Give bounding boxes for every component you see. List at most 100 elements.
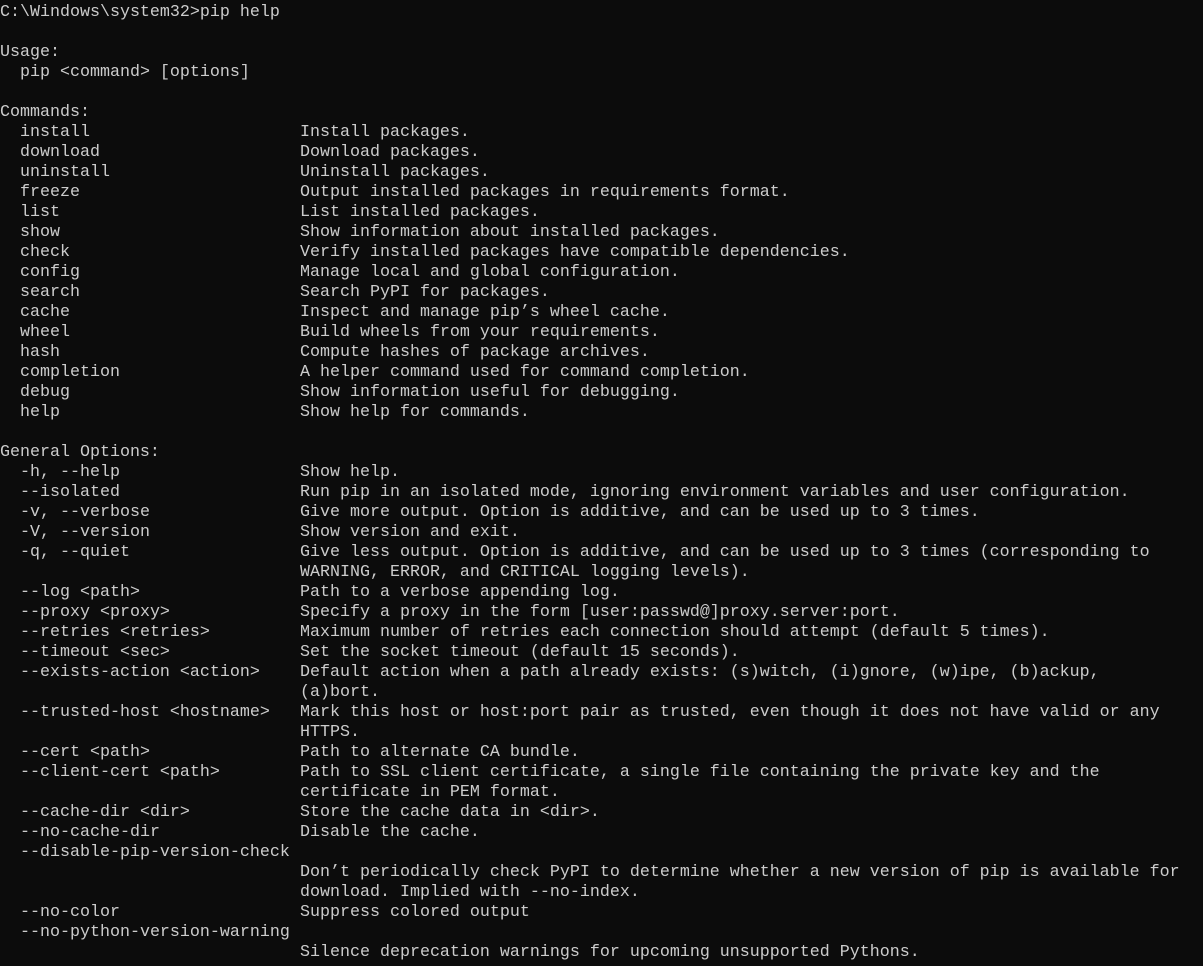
option-flag: --client-cert <path> [20,763,220,782]
command-description: Compute hashes of package archives. [300,343,650,362]
option-row-continued: (a)bort. [0,683,1203,703]
commands-heading: Commands: [0,103,90,122]
option-flag: --retries <retries> [20,623,210,642]
command-name: wheel [20,323,70,342]
command-row: download Download packages. [0,143,1203,163]
option-flag: -q, --quiet [20,543,130,562]
option-flag: --cert <path> [20,743,150,762]
section-heading: General Options: [0,443,1203,463]
command-name: completion [20,363,120,382]
command-description: Show information useful for debugging. [300,383,680,402]
prompt-line: C:\Windows\system32>pip help [0,3,1203,23]
option-description: Suppress colored output [300,903,530,922]
command-name: download [20,143,100,162]
command-description: Search PyPI for packages. [300,283,550,302]
command-row: freeze Output installed packages in requi… [0,183,1203,203]
option-row: --cert <path> Path to alternate CA bundle… [0,743,1203,763]
option-flag: --no-color [20,903,120,922]
option-row-continued: Silence deprecation warnings for upcomin… [0,943,1203,963]
option-description: Path to alternate CA bundle. [300,743,580,762]
option-description: Set the socket timeout (default 15 secon… [300,643,740,662]
option-row: -V, --version Show version and exit. [0,523,1203,543]
command-name: cache [20,303,70,322]
option-row: --no-cache-dir Disable the cache. [0,823,1203,843]
command-name: install [20,123,90,142]
output-line: pip <command> [options] [0,63,1203,83]
option-flag: --log <path> [20,583,140,602]
option-flag: --isolated [20,483,120,502]
option-flag: --no-cache-dir [20,823,160,842]
option-row: --no-color Suppress colored output [0,903,1203,923]
option-row: --exists-action <action> Default action w… [0,663,1203,683]
options-heading: General Options: [0,443,160,462]
option-row: -q, --quiet Give less output. Option is a… [0,543,1203,563]
option-row-continued: certificate in PEM format. [0,783,1203,803]
option-description: WARNING, ERROR, and CRITICAL logging lev… [300,563,750,582]
section-heading: Usage: [0,43,1203,63]
option-row-continued: HTTPS. [0,723,1203,743]
option-description: Maximum number of retries each connectio… [300,623,1050,642]
option-flag: --no-python-version-warning [20,923,290,942]
option-row: --retries <retries> Maximum number of ret… [0,623,1203,643]
option-row: --proxy <proxy> Specify a proxy in the fo… [0,603,1203,623]
command-description: Manage local and global configuration. [300,263,680,282]
option-row-continued: download. Implied with --no-index. [0,883,1203,903]
usage-text: pip <command> [options] [20,63,250,82]
command-row: check Verify installed packages have comp… [0,243,1203,263]
command-row: show Show information about installed pac… [0,223,1203,243]
command-row: cache Inspect and manage pip’s wheel cach… [0,303,1203,323]
command-description: Output installed packages in requirement… [300,183,790,202]
option-row: --client-cert <path> Path to SSL client c… [0,763,1203,783]
command-name: show [20,223,60,242]
option-row: --timeout <sec> Set the socket timeout (d… [0,643,1203,663]
option-row: --isolated Run pip in an isolated mode, i… [0,483,1203,503]
option-description: download. Implied with --no-index. [300,883,640,902]
option-description: Default action when a path already exist… [300,663,1100,682]
option-flag: --cache-dir <dir> [20,803,190,822]
command-row: list List installed packages. [0,203,1203,223]
command-name: search [20,283,80,302]
option-description: Specify a proxy in the form [user:passwd… [300,603,900,622]
option-row: --log <path> Path to a verbose appending … [0,583,1203,603]
command-description: List installed packages. [300,203,540,222]
command-row: install Install packages. [0,123,1203,143]
option-description: Mark this host or host:port pair as trus… [300,703,1160,722]
option-description: (a)bort. [300,683,380,702]
command-description: Build wheels from your requirements. [300,323,660,342]
command-row: completion A helper command used for comm… [0,363,1203,383]
option-description: Disable the cache. [300,823,480,842]
usage-heading: Usage: [0,43,60,62]
option-flag: --trusted-host <hostname> [20,703,270,722]
command-description: Install packages. [300,123,470,142]
option-flag: --exists-action <action> [20,663,260,682]
option-row: -h, --help Show help. [0,463,1203,483]
command-row: hash Compute hashes of package archives. [0,343,1203,363]
option-description: Give more output. Option is additive, an… [300,503,980,522]
option-flag: --disable-pip-version-check [20,843,290,862]
command-description: A helper command used for command comple… [300,363,750,382]
command-name: help [20,403,60,422]
option-flag: -V, --version [20,523,150,542]
command-description: Uninstall packages. [300,163,490,182]
option-flag: --timeout <sec> [20,643,170,662]
command-row: help Show help for commands. [0,403,1203,423]
option-description: certificate in PEM format. [300,783,560,802]
command-description: Verify installed packages have compatibl… [300,243,850,262]
command-prompt: C:\Windows\system32>pip help [0,3,280,22]
option-row: --no-python-version-warning [0,923,1203,943]
option-row: --cache-dir <dir> Store the cache data in… [0,803,1203,823]
option-description: Run pip in an isolated mode, ignoring en… [300,483,1130,502]
option-row: -v, --verbose Give more output. Option is… [0,503,1203,523]
option-description: Show version and exit. [300,523,520,542]
command-description: Inspect and manage pip’s wheel cache. [300,303,670,322]
command-description: Show help for commands. [300,403,530,422]
command-row: config Manage local and global configurat… [0,263,1203,283]
command-description: Download packages. [300,143,480,162]
option-row: --trusted-host <hostname> Mark this host … [0,703,1203,723]
option-flag: --proxy <proxy> [20,603,170,622]
command-name: config [20,263,80,282]
option-row-continued: WARNING, ERROR, and CRITICAL logging lev… [0,563,1203,583]
